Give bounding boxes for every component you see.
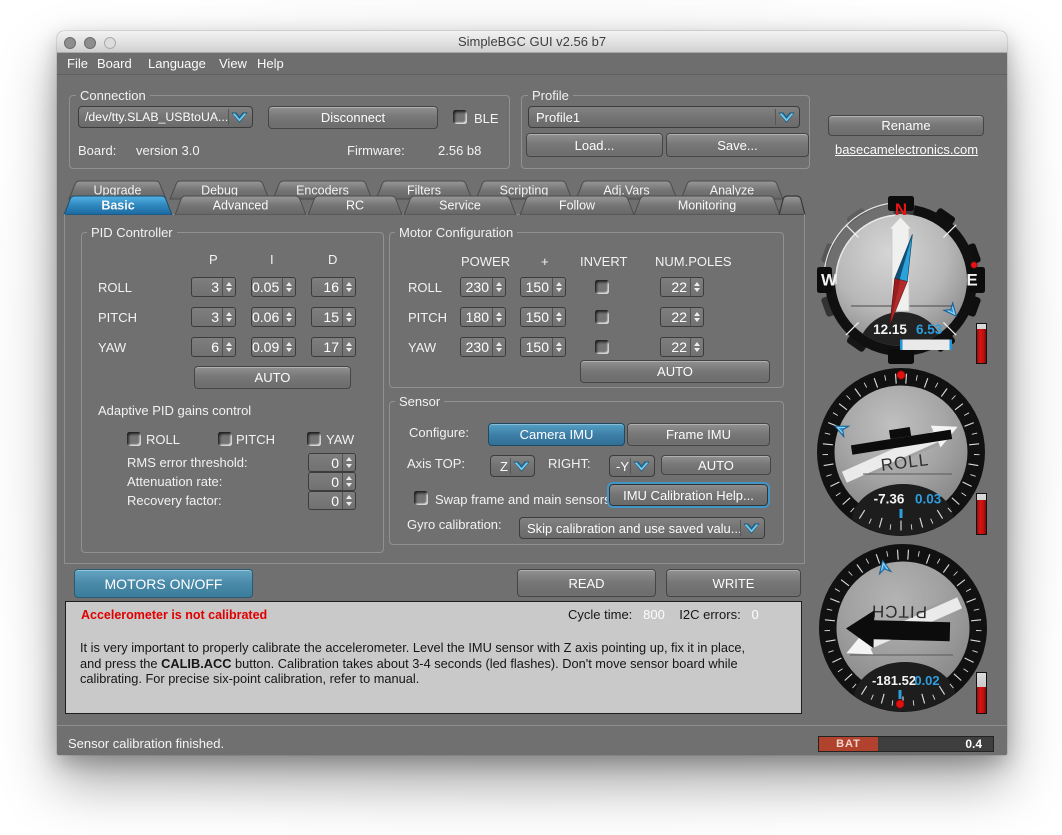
svg-text:6.53: 6.53 (916, 322, 943, 337)
svg-text:Upgrade: Upgrade (94, 184, 142, 198)
svg-text:Follow: Follow (559, 199, 596, 213)
svg-text:Monitoring: Monitoring (678, 199, 736, 213)
svg-text:N: N (895, 200, 907, 219)
svg-text:Filters: Filters (407, 184, 441, 198)
svg-text:Advanced: Advanced (213, 199, 269, 213)
svg-text:0.03: 0.03 (915, 492, 942, 507)
svg-text:E: E (966, 271, 977, 290)
svg-text:Encoders: Encoders (296, 184, 349, 198)
svg-text:PITCH: PITCH (871, 602, 927, 622)
svg-text:-181.52: -181.52 (872, 673, 916, 688)
svg-text:0.02: 0.02 (914, 673, 939, 688)
svg-text:Scripting: Scripting (500, 184, 549, 198)
svg-text:12.15: 12.15 (873, 322, 907, 337)
svg-text:W: W (821, 271, 838, 290)
svg-text:Analyze: Analyze (710, 184, 755, 198)
svg-text:Service: Service (439, 199, 481, 213)
svg-text:-7.36: -7.36 (874, 492, 905, 507)
svg-text:Adj.Vars: Adj.Vars (603, 184, 649, 198)
svg-text:RC: RC (346, 199, 364, 213)
svg-text:Basic: Basic (101, 199, 134, 213)
svg-text:Debug: Debug (201, 184, 238, 198)
